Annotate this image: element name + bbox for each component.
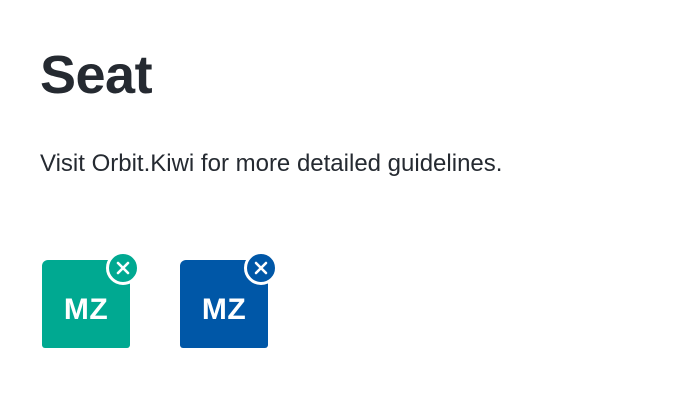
page: Seat Visit Orbit.Kiwi for more detailed … bbox=[0, 0, 686, 418]
page-title: Seat bbox=[40, 45, 153, 105]
seat-selected[interactable]: MZ bbox=[42, 251, 140, 348]
seat-remove-button[interactable] bbox=[244, 251, 278, 285]
seat-processing[interactable]: MZ bbox=[180, 251, 278, 348]
page-description: Visit Orbit.Kiwi for more detailed guide… bbox=[40, 150, 503, 177]
close-icon bbox=[116, 261, 130, 275]
close-icon bbox=[254, 261, 268, 275]
seat-remove-button[interactable] bbox=[106, 251, 140, 285]
seat-label: MZ bbox=[63, 293, 109, 326]
seat-label: MZ bbox=[201, 293, 247, 326]
